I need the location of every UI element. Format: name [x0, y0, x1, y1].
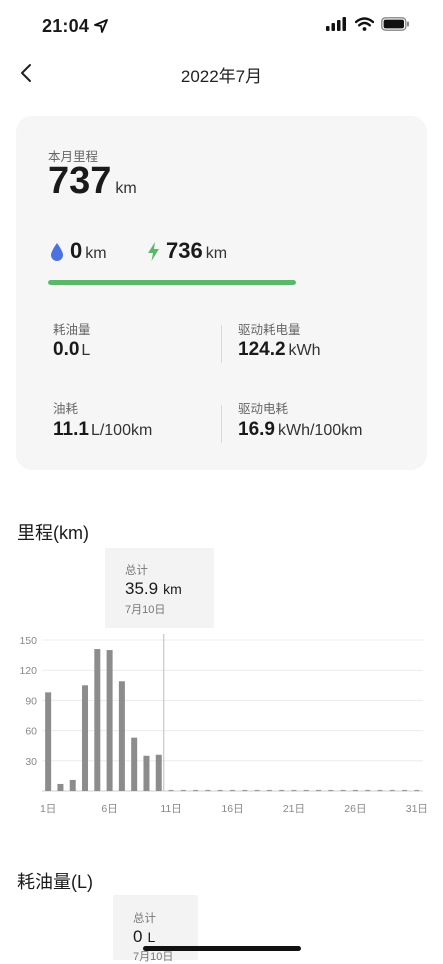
x-tick-label: 26日	[344, 803, 366, 815]
drive-energy-value: 124.2	[238, 339, 286, 360]
mileage-tooltip-date: 7月10日	[125, 604, 166, 616]
x-tick-label: 6日	[101, 803, 117, 815]
wifi-icon	[355, 17, 374, 31]
fuel-consumption-unit: L/100km	[90, 422, 153, 439]
y-tick-label: 150	[19, 635, 37, 647]
mileage-unit: km	[115, 180, 137, 197]
bar	[69, 779, 76, 791]
y-tick-label: 120	[19, 665, 37, 677]
mileage-section-title: 里程(km)	[17, 523, 89, 543]
fuel-used: 0.0 L	[53, 339, 90, 361]
bar	[118, 681, 125, 791]
stats-divider	[221, 325, 222, 363]
fuel-km: 0 km	[70, 238, 107, 264]
fuel-tooltip-total: 0 L	[133, 927, 155, 947]
y-tick-label: 30	[25, 756, 37, 768]
fuel-tooltip-label: 总计	[133, 913, 156, 925]
status-time: 21:04	[42, 16, 90, 36]
bar	[57, 783, 64, 791]
electric-share-fill	[48, 280, 296, 285]
bar	[155, 754, 162, 791]
mileage-tooltip-label: 总计	[125, 565, 148, 577]
energy-consumption-value: 16.9	[238, 419, 275, 440]
y-tick-label: 90	[25, 695, 37, 707]
bar	[143, 755, 150, 791]
fuel-km-unit: km	[85, 245, 107, 262]
fuel-tooltip-unit: L	[147, 929, 156, 945]
page-title: 2022年7月	[180, 67, 263, 86]
battery-icon	[381, 17, 409, 31]
x-tick-label: 1日	[40, 803, 56, 815]
x-tick-label: 16日	[221, 803, 243, 815]
bar	[131, 737, 138, 791]
home-indicator	[143, 946, 301, 951]
fuel-used-unit: L	[81, 342, 91, 359]
fuel-consumption-label: 油耗	[53, 402, 79, 416]
mileage-tooltip-total: 35.9 km	[125, 579, 182, 599]
cellular-signal-icon	[326, 17, 346, 31]
mileage-bar-chart[interactable]: 150 120 90 60 30 1日 6日 11日 16日 21日 26日 31日	[0, 628, 443, 828]
fuel-drop-icon	[51, 243, 63, 261]
drive-energy-unit: kWh	[288, 342, 321, 359]
fuel-section-title: 耗油量(L)	[17, 872, 93, 892]
fuel-consumption: 11.1 L/100km	[53, 419, 152, 441]
mileage-tooltip-value: 35.9	[125, 579, 159, 598]
fuel-km-value: 0	[70, 238, 83, 263]
bar	[82, 685, 89, 791]
stats-divider	[221, 405, 222, 443]
lightning-icon	[148, 242, 159, 261]
mileage-total: 737 km	[48, 160, 137, 203]
energy-consumption-label: 驱动电耗	[238, 402, 289, 416]
fuel-tooltip-value: 0	[133, 927, 143, 946]
fuel-used-value: 0.0	[53, 339, 80, 360]
drive-energy: 124.2 kWh	[238, 339, 321, 361]
x-tick-label: 31日	[406, 803, 428, 815]
bar	[94, 649, 101, 791]
energy-consumption-unit: kWh/100km	[277, 422, 363, 439]
location-arrow-icon	[94, 19, 108, 33]
bar	[45, 692, 52, 791]
bar	[106, 650, 113, 791]
x-tick-label: 21日	[283, 803, 305, 815]
status-icons	[326, 17, 410, 31]
mileage-tooltip-unit: km	[163, 581, 182, 597]
x-tick-label: 11日	[160, 803, 181, 815]
fuel-consumption-value: 11.1	[53, 419, 89, 440]
energy-consumption: 16.9 kWh/100km	[238, 419, 362, 441]
electric-km-unit: km	[205, 245, 228, 262]
y-tick-label: 60	[25, 726, 37, 738]
drive-energy-label: 驱动耗电量	[238, 323, 301, 337]
electric-share-bar	[48, 280, 296, 285]
electric-km-value: 736	[166, 238, 203, 263]
electric-km: 736 km	[166, 238, 227, 264]
mileage-value: 737	[48, 160, 112, 202]
fuel-used-label: 耗油量	[53, 323, 91, 337]
